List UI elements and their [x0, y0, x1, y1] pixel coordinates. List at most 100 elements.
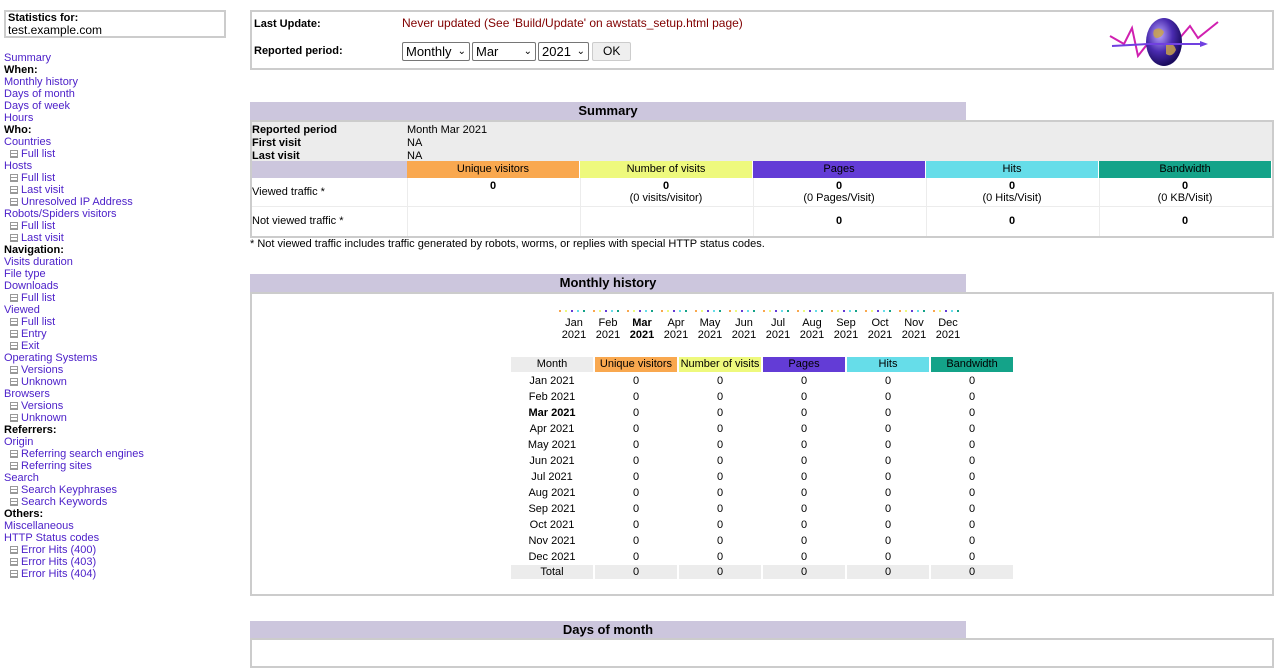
month-bar — [571, 310, 573, 312]
menu-link-error-hits-403[interactable]: Error Hits (403) — [21, 556, 96, 568]
row-divider — [252, 206, 1272, 207]
menu-link-error-hits-404[interactable]: Error Hits (404) — [21, 568, 96, 580]
menu-row: Error Hits (404) — [4, 568, 144, 580]
menu-link-viewed[interactable]: Viewed — [4, 304, 40, 316]
month-bar — [577, 310, 579, 312]
menu-row: Others: — [4, 508, 144, 520]
chart-month-label: Jan — [565, 317, 583, 329]
chart-month-label: Nov — [904, 317, 924, 329]
menu-link-full-list[interactable]: Full list — [21, 172, 55, 184]
month-bar — [713, 310, 715, 312]
chart-month-label: Feb — [598, 317, 618, 329]
monthly-row-month: Jan 2021 — [529, 375, 575, 387]
monthly-row-value: 0 — [968, 375, 976, 387]
menu-link-operating-systems[interactable]: Operating Systems — [4, 352, 98, 364]
menu-link-referring-search-engines[interactable]: Referring search engines — [21, 448, 144, 460]
statistics-for-box: Statistics for: test.example.com — [4, 10, 226, 38]
menu-link-file-type[interactable]: File type — [4, 268, 46, 280]
menu-link-full-list[interactable]: Full list — [21, 316, 55, 328]
menu-link-robots-spiders-visitors[interactable]: Robots/Spiders visitors — [4, 208, 117, 220]
menu-link-summary[interactable]: Summary — [4, 52, 51, 64]
menu-row: Last visit — [4, 232, 144, 244]
menu-link-search[interactable]: Search — [4, 472, 39, 484]
chart-year-label: 2021 — [731, 329, 757, 341]
monthly-col-month: Month — [511, 357, 593, 372]
menu-link-unknown[interactable]: Unknown — [21, 376, 67, 388]
menu-link-hosts[interactable]: Hosts — [4, 160, 32, 172]
menu-link-full-list[interactable]: Full list — [21, 220, 55, 232]
menu-link-hours[interactable]: Hours — [4, 112, 33, 124]
monthly-row-value: 0 — [800, 471, 808, 483]
month-bar — [781, 310, 783, 312]
monthly-row-month: May 2021 — [527, 439, 577, 451]
menu-link-full-list[interactable]: Full list — [21, 148, 55, 160]
menu-link-search-keyphrases[interactable]: Search Keyphrases — [21, 484, 117, 496]
menu-link-days-of-month[interactable]: Days of month — [4, 88, 75, 100]
menu-link-search-keywords[interactable]: Search Keywords — [21, 496, 107, 508]
tree-branch-icon — [10, 318, 18, 326]
days-of-month-box — [250, 638, 1274, 668]
menu-row: Unresolved IP Address — [4, 196, 144, 208]
menu-link-last-visit[interactable]: Last visit — [21, 184, 64, 196]
menu-link-http-status-codes[interactable]: HTTP Status codes — [4, 532, 99, 544]
menu-link-browsers[interactable]: Browsers — [4, 388, 50, 400]
menu-link-versions[interactable]: Versions — [21, 400, 63, 412]
menu-link-downloads[interactable]: Downloads — [4, 280, 58, 292]
chart-year-label: 2021 — [629, 329, 655, 341]
menu-row: Referring sites — [4, 460, 144, 472]
site-host: test.example.com — [8, 23, 103, 37]
monthly-row-value: 0 — [632, 487, 640, 499]
tree-branch-icon — [10, 414, 18, 422]
monthly-row-value: 0 — [632, 519, 640, 531]
menu-link-countries[interactable]: Countries — [4, 136, 51, 148]
tree-branch-icon — [10, 294, 18, 302]
menu-link-versions[interactable]: Versions — [21, 364, 63, 376]
menu-link-unknown[interactable]: Unknown — [21, 412, 67, 424]
menu-link-full-list[interactable]: Full list — [21, 292, 55, 304]
menu-link-exit[interactable]: Exit — [21, 340, 39, 352]
menu-row: Full list — [4, 172, 144, 184]
menu-link-origin[interactable]: Origin — [4, 436, 33, 448]
awstats-logo[interactable] — [1108, 14, 1220, 68]
menu-row: Exit — [4, 340, 144, 352]
monthly-total-value: 0 — [847, 565, 929, 579]
summary-col-number-of-visits: Number of visits — [580, 161, 752, 178]
month-bar — [627, 310, 629, 312]
monthly-row-value: 0 — [716, 455, 724, 467]
monthly-row-value: 0 — [968, 471, 976, 483]
month-select[interactable]: Mar ⌄ — [472, 42, 536, 61]
menu-link-error-hits-400[interactable]: Error Hits (400) — [21, 544, 96, 556]
monthly-row-value: 0 — [716, 503, 724, 515]
monthly-row-value: 0 — [632, 535, 640, 547]
monthly-row-value: 0 — [968, 391, 976, 403]
menu-link-referring-sites[interactable]: Referring sites — [21, 460, 92, 472]
menu-row: Browsers — [4, 388, 144, 400]
menu-link-monthly-history[interactable]: Monthly history — [4, 76, 78, 88]
monthly-row-month: Dec 2021 — [528, 551, 576, 563]
tree-branch-icon — [10, 570, 18, 578]
monthly-row-month: Oct 2021 — [529, 519, 575, 531]
not-viewed-pages-value: 0 — [835, 215, 843, 227]
monthly-row-value: 0 — [968, 439, 976, 451]
col-divider — [580, 178, 581, 236]
month-bar — [865, 310, 867, 312]
menu-row: Full list — [4, 148, 144, 160]
menu-link-unresolved-ip-address[interactable]: Unresolved IP Address — [21, 196, 133, 208]
menu-row: Error Hits (403) — [4, 556, 144, 568]
period-type-select[interactable]: Monthly ⌄ — [402, 42, 470, 61]
tree-branch-icon — [10, 342, 18, 350]
menu-link-miscellaneous[interactable]: Miscellaneous — [4, 520, 74, 532]
month-bar — [797, 310, 799, 312]
menu-link-days-of-week[interactable]: Days of week — [4, 100, 70, 112]
month-bar — [831, 310, 833, 312]
year-select[interactable]: 2021 ⌄ — [538, 42, 589, 61]
ok-button[interactable]: OK — [592, 42, 632, 61]
monthly-row-value: 0 — [716, 423, 724, 435]
month-bar — [763, 310, 765, 312]
menu-link-last-visit[interactable]: Last visit — [21, 232, 64, 244]
menu-link-visits-duration[interactable]: Visits duration — [4, 256, 73, 268]
monthly-row-value: 0 — [632, 439, 640, 451]
monthly-row-month: Mar 2021 — [528, 407, 576, 419]
month-bar — [855, 310, 857, 312]
menu-link-entry[interactable]: Entry — [21, 328, 47, 340]
